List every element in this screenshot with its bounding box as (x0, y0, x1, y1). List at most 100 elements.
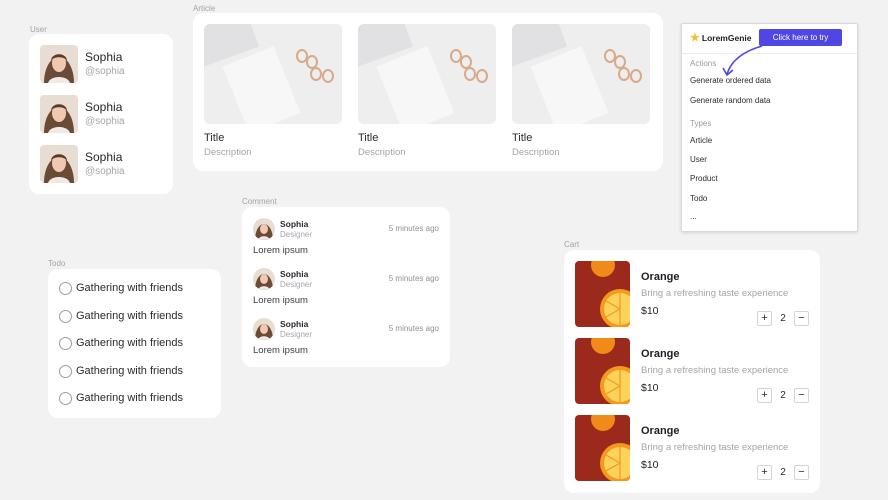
minus-button[interactable]: − (794, 465, 809, 480)
quantity-value: 2 (780, 467, 786, 478)
comment-text: Lorem ipsum (253, 345, 308, 356)
article-title: Title (358, 132, 379, 144)
product-price: $10 (641, 305, 659, 317)
comment-role: Designer (280, 280, 313, 289)
brand-name: LoremGenie (701, 33, 752, 43)
todo-item[interactable]: Gathering with friends (59, 390, 183, 406)
user-item[interactable]: Sophia @sophia (40, 94, 170, 134)
user-name: Sophia (85, 149, 123, 164)
avatar (253, 218, 275, 240)
article-description: Description (358, 147, 406, 158)
avatar (40, 45, 78, 83)
pointer-arrow-icon (722, 45, 763, 77)
menu-item-article[interactable]: Article (690, 136, 712, 145)
todo-checkbox[interactable] (59, 309, 72, 323)
quantity-stepper: + 2 − (757, 387, 809, 404)
product-price: $10 (641, 459, 659, 471)
article-image (358, 24, 496, 124)
minus-button[interactable]: − (794, 311, 809, 326)
user-handle: @sophia (85, 65, 125, 77)
user-name: Sophia (85, 99, 123, 114)
product-description: Bring a refreshing taste experience (641, 442, 789, 453)
user-item[interactable]: Sophia @sophia (40, 144, 170, 184)
comment-text: Lorem ipsum (253, 245, 308, 256)
types-heading: Types (690, 119, 712, 128)
plus-button[interactable]: + (757, 311, 772, 326)
user-name: Sophia (85, 49, 123, 64)
plus-button[interactable]: + (757, 465, 772, 480)
comment-time: 5 minutes ago (388, 324, 439, 333)
comment-author: Sophia (280, 219, 309, 229)
minus-button[interactable]: − (794, 388, 809, 403)
product-price: $10 (641, 382, 659, 394)
cart-card: Orange Bring a refreshing taste experien… (564, 250, 820, 493)
todo-label: Gathering with friends (76, 282, 183, 294)
menu-item-generate-random[interactable]: Generate random data (690, 96, 771, 105)
todo-section-label: Todo (48, 259, 66, 268)
todo-item[interactable]: Gathering with friends (59, 308, 183, 324)
cart-item: Orange Bring a refreshing taste experien… (575, 415, 809, 481)
article-card: Title Description Title Description Titl… (193, 13, 663, 171)
brand: ★ LoremGenie (690, 32, 752, 44)
comment-role: Designer (280, 330, 313, 339)
comment-role: Designer (280, 230, 313, 239)
user-card: Sophia @sophia Sophia @sophia Sophia @so… (29, 34, 173, 194)
todo-label: Gathering with friends (76, 310, 183, 322)
product-image (575, 415, 630, 481)
product-image (575, 338, 630, 404)
todo-item[interactable]: Gathering with friends (59, 335, 183, 351)
user-handle: @sophia (85, 165, 125, 177)
avatar (40, 95, 78, 133)
todo-checkbox[interactable] (59, 281, 72, 295)
quantity-value: 2 (780, 390, 786, 401)
article-item[interactable]: Title Description (512, 24, 650, 159)
quantity-value: 2 (780, 313, 786, 324)
loremgenie-popup: ★ LoremGenie Click here to try Actions G… (681, 23, 858, 232)
comment-author: Sophia (280, 269, 309, 279)
avatar (253, 318, 275, 340)
article-title: Title (512, 132, 533, 144)
product-image (575, 261, 630, 327)
todo-label: Gathering with friends (76, 392, 183, 404)
product-name: Orange (641, 348, 680, 360)
cart-section-label: Cart (564, 240, 580, 249)
plus-button[interactable]: + (757, 388, 772, 403)
article-item[interactable]: Title Description (358, 24, 496, 159)
comment-card: Sophia Designer 5 minutes ago Lorem ipsu… (242, 207, 450, 367)
todo-checkbox[interactable] (59, 336, 72, 350)
menu-item-todo[interactable]: Todo (690, 194, 707, 203)
product-name: Orange (641, 271, 680, 283)
menu-item-product[interactable]: Product (690, 174, 718, 183)
quantity-stepper: + 2 − (757, 464, 809, 481)
todo-checkbox[interactable] (59, 391, 72, 405)
article-title: Title (204, 132, 225, 144)
comment-author: Sophia (280, 319, 309, 329)
product-name: Orange (641, 425, 680, 437)
user-handle: @sophia (85, 115, 125, 127)
cart-item: Orange Bring a refreshing taste experien… (575, 261, 809, 327)
todo-label: Gathering with friends (76, 365, 183, 377)
menu-item-generate-ordered[interactable]: Generate ordered data (690, 76, 771, 85)
comment-item: Sophia Designer 5 minutes ago Lorem ipsu… (253, 318, 439, 366)
comment-text: Lorem ipsum (253, 295, 308, 306)
article-item[interactable]: Title Description (204, 24, 342, 159)
quantity-stepper: + 2 − (757, 310, 809, 327)
comment-time: 5 minutes ago (388, 274, 439, 283)
actions-heading: Actions (690, 59, 717, 68)
todo-card: Gathering with friends Gathering with fr… (48, 269, 221, 418)
menu-item-user[interactable]: User (690, 155, 707, 164)
user-item[interactable]: Sophia @sophia (40, 44, 170, 84)
todo-checkbox[interactable] (59, 364, 72, 378)
todo-item[interactable]: Gathering with friends (59, 363, 183, 379)
comment-item: Sophia Designer 5 minutes ago Lorem ipsu… (253, 218, 439, 266)
article-description: Description (512, 147, 560, 158)
article-image (204, 24, 342, 124)
todo-item[interactable]: Gathering with friends (59, 280, 183, 296)
menu-item-more[interactable]: ... (690, 212, 697, 221)
comment-item: Sophia Designer 5 minutes ago Lorem ipsu… (253, 268, 439, 316)
todo-label: Gathering with friends (76, 337, 183, 349)
article-image (512, 24, 650, 124)
star-icon: ★ (690, 32, 700, 44)
product-description: Bring a refreshing taste experience (641, 365, 789, 376)
article-description: Description (204, 147, 252, 158)
